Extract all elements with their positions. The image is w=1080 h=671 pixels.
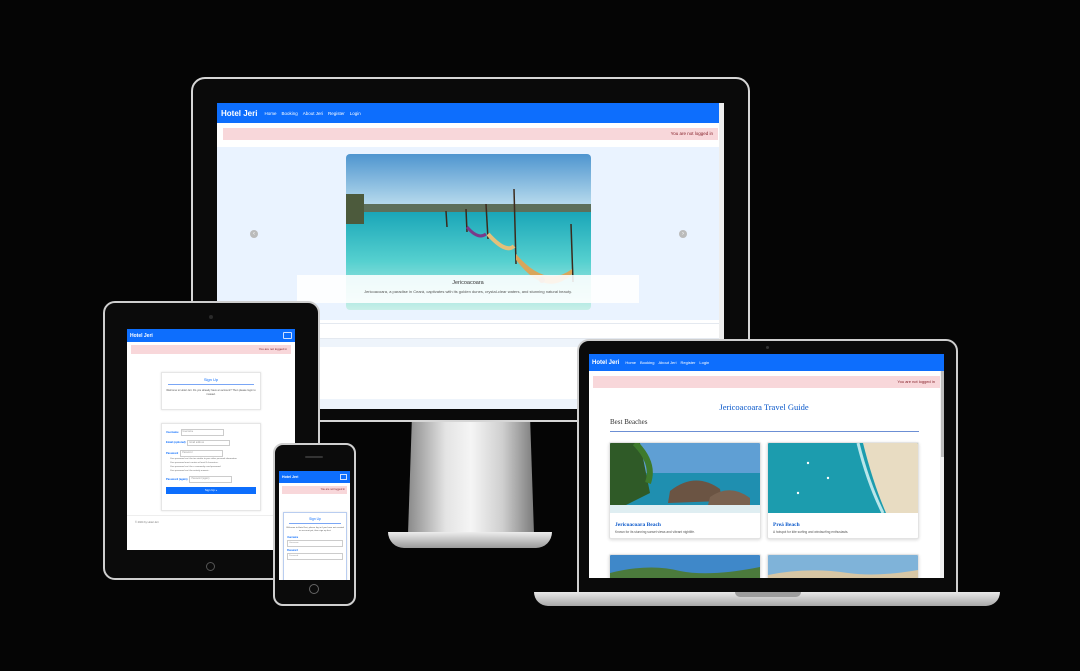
nav-booking[interactable]: Booking [281,111,297,116]
password-again-field[interactable]: Password (again) [189,476,233,483]
navbar: Hotel Jeri Home Booking About Jeri Regis… [589,354,944,371]
password-field[interactable]: Password [287,552,343,560]
beach-card-title[interactable]: Preá Beach [773,522,918,528]
laptop-notch [735,592,801,597]
navbar: Hotel Jeri Home Booking About Jeri Regis… [217,103,724,123]
page-title: Jericoacoara Travel Guide [719,402,809,412]
login-status-alert: You are not logged in [593,376,940,388]
nav-booking[interactable]: Booking [640,360,654,365]
beach-card-text: A hotspot for kite surfing and windsurfi… [773,530,849,534]
password-help-item: Your password can’t be too similar to yo… [170,457,238,460]
nav-register[interactable]: Register [328,111,345,116]
brand-logo[interactable]: Hotel Jeri [130,333,153,339]
beach-card[interactable]: Jericoacoara Beach Known for its stunnin… [609,442,761,539]
brand-logo[interactable]: Hotel Jeri [221,109,257,118]
carousel-caption: Jericoacoara Jericoacoara, a paradise in… [297,275,639,303]
signup-title: Sign Up [168,377,254,385]
nav-about[interactable]: About Jeri [658,360,676,365]
nav-home[interactable]: Home [264,111,276,116]
signup-card: Sign Up Welcome to Hotel Jeri, please lo… [283,512,347,580]
password-label: Password [166,451,179,455]
beach-photo [610,555,760,578]
signup-title: Sign Up [289,517,341,524]
username-label: Username [287,536,299,539]
navbar: Hotel Jeri [279,471,350,483]
beach-card-title[interactable]: Jericoacoara Beach [615,522,760,528]
beach-card[interactable]: Preá Beach A hotspot for kite surfing an… [767,442,919,539]
scrollbar-thumb[interactable] [940,371,944,457]
navbar: Hotel Jeri [127,329,295,342]
camera-icon [209,315,213,319]
beach-photo [768,555,918,578]
speaker-icon [305,456,323,458]
monitor-stand [408,422,534,534]
section-divider [610,431,919,432]
email-field[interactable]: Email address [187,439,231,446]
email-label: Email (optional) [166,441,186,445]
nav-login[interactable]: Login [350,111,361,116]
carousel-caption-title: Jericoacoara [452,280,484,286]
password-again-label: Password (again) [166,478,188,482]
beach-card[interactable] [609,554,761,578]
nav-links: Home Booking About Jeri Register Login [625,360,713,365]
carousel-next-button[interactable]: › [679,230,687,238]
hero-carousel: ‹ › Jericoacoara Jericoacoara, a paradis… [217,147,724,352]
hamburger-menu-icon[interactable] [340,474,347,480]
beach-photo [610,443,760,513]
password-help-item: Your password can’t be entirely numeric. [170,470,210,473]
phone-screen: Hotel Jeri You are not logged in Sign Up… [279,471,350,580]
hamburger-menu-icon[interactable] [283,332,292,339]
password-help-item: Your password must contain at least 8 ch… [170,461,219,464]
beach-photo [768,443,918,514]
signup-intro-card: Sign Up Welcome to Hotel Jeri. Do you al… [161,372,261,410]
signup-form: Username Username Email (optional) Email… [161,423,261,511]
username-label: Username [166,430,179,434]
beach-card-text: Known for its stunning sunset views and … [615,530,695,534]
login-status-alert: You are not logged in [282,486,347,494]
brand-logo[interactable]: Hotel Jeri [282,475,298,479]
section-heading: Best Beaches [610,418,648,426]
login-status-alert: You are not logged in [223,128,718,140]
laptop-screen: Hotel Jeri Home Booking About Jeri Regis… [589,354,944,578]
nav-home[interactable]: Home [625,360,636,365]
home-button-icon[interactable] [309,584,319,594]
signup-button[interactable]: Sign Up » [166,486,256,494]
beach-card[interactable] [767,554,919,578]
footer-text: © 2024 by Hotel Jeri [135,521,159,524]
camera-icon [766,346,769,349]
nav-login[interactable]: Login [699,360,709,365]
footer-divider [127,515,295,516]
nav-links: Home Booking About Jeri Register Login [264,111,365,116]
signup-intro-text: Welcome to Hotel Jeri. Do you already ha… [166,389,256,396]
home-button-icon[interactable] [206,562,215,571]
monitor-stand-base [388,532,552,548]
carousel-caption-text: Jericoacoara, a paradise in Ceará, capti… [364,289,572,294]
password-label: Password [287,549,298,552]
password-field[interactable]: Password [180,450,224,457]
password-help-item: Your password can’t be a commonly used p… [170,465,221,468]
username-field[interactable]: Username [287,539,343,547]
carousel-prev-button[interactable]: ‹ [250,230,258,238]
tablet-screen: Hotel Jeri You are not logged in Sign Up… [127,329,295,550]
username-field[interactable]: Username [180,429,224,436]
nav-about[interactable]: About Jeri [303,111,323,116]
login-status-alert: You are not logged in [131,345,291,354]
scrollbar[interactable] [940,371,944,578]
brand-logo[interactable]: Hotel Jeri [592,360,619,366]
nav-register[interactable]: Register [681,360,696,365]
signup-intro-text: Welcome to Hotel Jeri, please log in if … [286,527,344,533]
